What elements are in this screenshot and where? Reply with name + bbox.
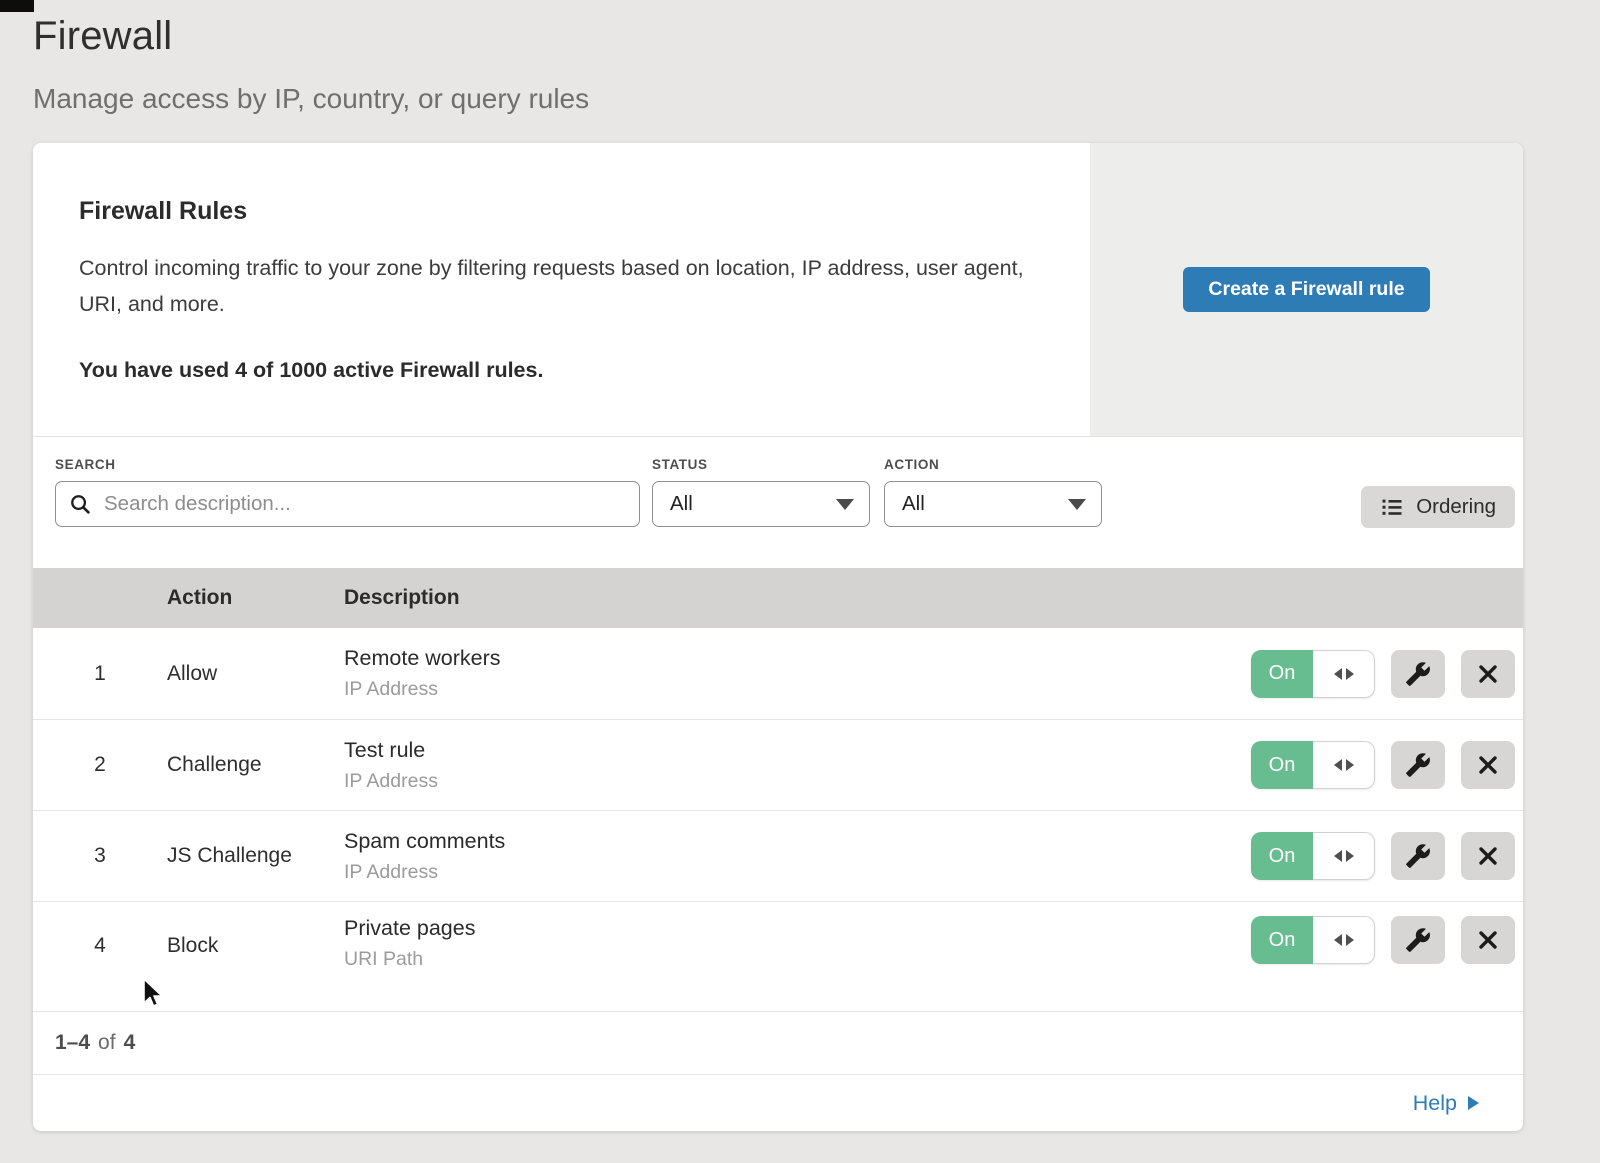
table-row: 3 JS Challenge Spam comments IP Address … [33,810,1523,901]
status-selected-value: All [670,492,693,516]
ordered-list-icon [1380,495,1404,519]
action-selected-value: All [902,492,925,516]
wrench-icon [1405,752,1431,778]
page-subtitle: Manage access by IP, country, or query r… [33,83,1600,115]
arrow-left-icon [1334,668,1342,680]
edit-rule-button[interactable] [1391,650,1445,698]
toggle-on-label[interactable]: On [1251,916,1313,964]
rule-action: Challenge [167,753,344,777]
rule-action: JS Challenge [167,844,344,868]
toggle-drag-handle[interactable] [1313,916,1375,964]
arrow-left-icon [1334,850,1342,862]
ordering-button[interactable]: Ordering [1361,486,1515,528]
rule-priority: 4 [33,916,167,958]
wrench-icon [1405,927,1431,953]
usage-summary: You have used 4 of 1000 active Firewall … [79,358,1050,383]
delete-rule-button[interactable] [1461,650,1515,698]
arrow-right-icon [1346,850,1354,862]
wrench-icon [1405,843,1431,869]
rules-summary-section: Firewall Rules Control incoming traffic … [33,143,1523,437]
chevron-down-icon [836,499,854,510]
firewall-rules-card: Firewall Rules Control incoming traffic … [33,143,1523,1131]
rule-priority: 1 [33,662,167,686]
rule-enabled-toggle[interactable]: On [1251,916,1375,964]
close-icon [1477,845,1499,867]
rule-priority: 2 [33,753,167,777]
rules-summary-text: Firewall Rules Control incoming traffic … [33,143,1090,436]
column-header-action: Action [167,586,344,610]
section-heading: Firewall Rules [79,197,1050,226]
table-row: 1 Allow Remote workers IP Address On [33,628,1523,719]
rule-description: Test rule [344,738,1223,763]
delete-rule-button[interactable] [1461,916,1515,964]
delete-rule-button[interactable] [1461,741,1515,789]
delete-rule-button[interactable] [1461,832,1515,880]
help-link[interactable]: Help [1413,1091,1479,1116]
edit-rule-button[interactable] [1391,832,1445,880]
toggle-on-label[interactable]: On [1251,741,1313,789]
edit-rule-button[interactable] [1391,916,1445,964]
edit-rule-button[interactable] [1391,741,1445,789]
filters-bar: SEARCH STATUS All ACTION All [33,437,1523,568]
pagination-range: 1–4 [55,1031,90,1055]
rule-description: Remote workers [344,646,1223,671]
action-select[interactable]: All [884,481,1102,527]
action-label: ACTION [884,457,1102,472]
arrow-right-icon [1346,668,1354,680]
table-row: 4 Block Private pages URI Path On [33,901,1523,1011]
arrow-right-icon [1346,759,1354,771]
rule-field: IP Address [344,678,1223,701]
status-select[interactable]: All [652,481,870,527]
pagination: 1–4 of 4 [33,1011,1523,1074]
arrow-left-icon [1334,934,1342,946]
search-icon [69,493,92,516]
status-label: STATUS [652,457,870,472]
rule-action: Block [167,916,344,958]
action-filter: ACTION All [884,457,1102,568]
rule-action: Allow [167,662,344,686]
screen-recording-artifact [0,0,34,12]
toggle-drag-handle[interactable] [1313,650,1375,698]
search-filter: SEARCH [55,457,640,568]
table-header: Action Description [33,568,1523,628]
search-input[interactable] [102,491,626,517]
rule-field: IP Address [344,861,1223,884]
pagination-total: 4 [124,1031,136,1055]
rules-table: Action Description 1 Allow Remote worker… [33,568,1523,1011]
help-link-label: Help [1413,1091,1457,1116]
ordering-button-label: Ordering [1416,495,1496,519]
search-label: SEARCH [55,457,640,472]
search-box[interactable] [55,481,640,527]
rule-enabled-toggle[interactable]: On [1251,832,1375,880]
wrench-icon [1405,661,1431,687]
column-header-description: Description [344,586,1223,610]
rule-enabled-toggle[interactable]: On [1251,650,1375,698]
create-firewall-rule-button[interactable]: Create a Firewall rule [1183,267,1429,312]
table-row: 2 Challenge Test rule IP Address On [33,719,1523,810]
toggle-on-label[interactable]: On [1251,832,1313,880]
arrow-left-icon [1334,759,1342,771]
close-icon [1477,663,1499,685]
rule-description: Spam comments [344,829,1223,854]
page-title: Firewall [33,14,1600,59]
page-header: Firewall Manage access by IP, country, o… [0,0,1600,115]
rule-enabled-toggle[interactable]: On [1251,741,1375,789]
rule-description: Private pages [344,916,1223,941]
section-description: Control incoming traffic to your zone by… [79,250,1024,322]
status-filter: STATUS All [652,457,870,568]
card-footer: Help [33,1074,1523,1131]
toggle-drag-handle[interactable] [1313,741,1375,789]
close-icon [1477,754,1499,776]
toggle-drag-handle[interactable] [1313,832,1375,880]
toggle-on-label[interactable]: On [1251,650,1313,698]
close-icon [1477,929,1499,951]
pagination-of: of [98,1031,116,1055]
arrow-right-icon [1346,934,1354,946]
create-rule-panel: Create a Firewall rule [1090,143,1523,436]
chevron-down-icon [1068,499,1086,510]
rule-priority: 3 [33,844,167,868]
arrow-right-icon [1468,1096,1479,1110]
rule-field: URI Path [344,948,1223,971]
rule-field: IP Address [344,770,1223,793]
